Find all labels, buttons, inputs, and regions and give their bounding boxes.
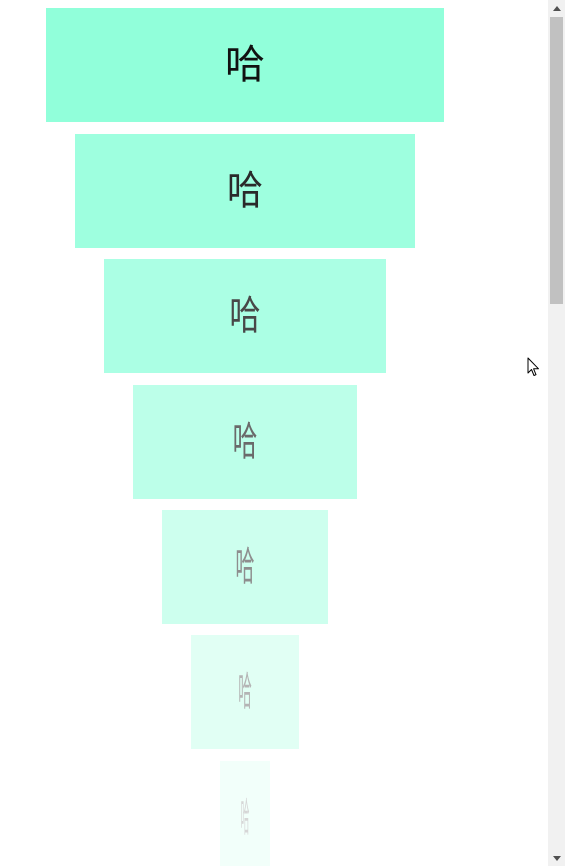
box-label: 哈	[240, 795, 250, 841]
vertical-scrollbar[interactable]	[548, 0, 565, 866]
funnel-box-4: 哈	[133, 385, 357, 499]
box-label: 哈	[235, 544, 255, 590]
funnel-box-7: 哈	[220, 761, 270, 866]
triangle-down-icon	[552, 855, 561, 861]
box-label: 哈	[238, 669, 252, 715]
page-viewport: 哈 哈 哈 哈 哈 哈 哈	[0, 0, 548, 866]
scroll-down-button[interactable]	[548, 850, 565, 866]
funnel-box-6: 哈	[191, 635, 299, 749]
funnel-box-3: 哈	[104, 259, 386, 373]
box-label: 哈	[227, 168, 263, 214]
mouse-cursor-icon	[527, 357, 539, 376]
scroll-up-button[interactable]	[548, 0, 565, 16]
funnel-box-1: 哈	[46, 8, 444, 122]
box-label: 哈	[232, 419, 258, 465]
box-label: 哈	[229, 293, 261, 339]
funnel-box-2: 哈	[75, 134, 415, 248]
triangle-up-icon	[552, 5, 561, 11]
funnel-box-5: 哈	[162, 510, 328, 624]
scroll-thumb[interactable]	[550, 17, 563, 304]
box-label: 哈	[225, 42, 265, 88]
